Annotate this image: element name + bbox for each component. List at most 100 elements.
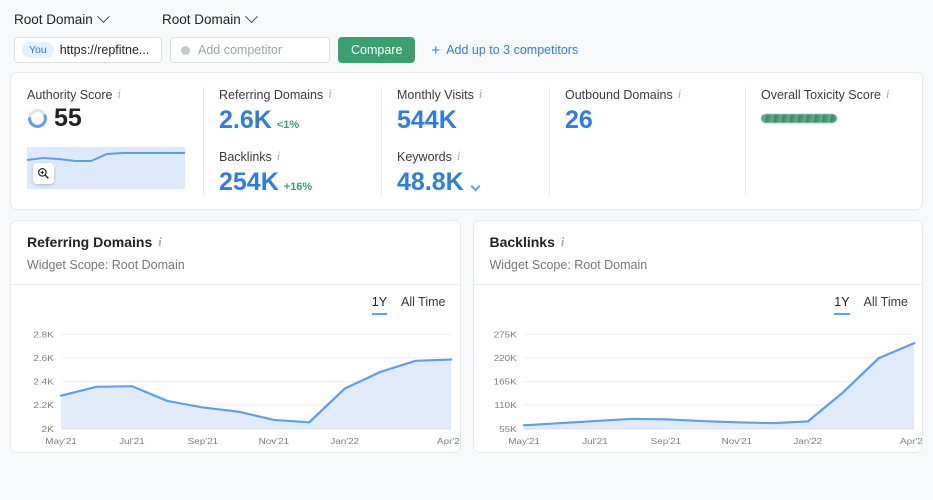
outbound-domains-value: 26 [565,106,593,134]
info-icon[interactable]: i [561,235,564,250]
svg-text:165K: 165K [493,377,517,386]
backlinks-value: 254K [219,168,279,196]
zoom-in-icon[interactable] [33,163,54,184]
referring-domains-value-row[interactable]: 2.6K <1% [219,106,381,135]
monthly-visits-label: Monthly Visits [397,87,474,102]
chart-body: 1Y All Time 55K 110K 165K 220K 275K May'21 Jul… [474,285,922,452]
scope-select-left-label: Root Domain [14,11,93,27]
backlinks-chart-title: Backlinks [489,234,555,250]
range-tab-1y[interactable]: 1Y [834,295,850,315]
referring-domains-value: 2.6K [219,106,272,134]
referring-domains-delta: <1% [276,119,300,131]
add-competitors-label: Add up to 3 competitors [446,43,579,57]
svg-text:Apr'22: Apr'22 [437,437,460,446]
svg-text:110K: 110K [494,401,517,410]
gauge-donut-icon [28,109,47,128]
topbar: Root Domain Root Domain You https://repf… [0,0,933,63]
svg-text:Jul'21: Jul'21 [119,437,145,446]
competitor-placeholder: Add competitor [198,43,283,57]
kpi-label: Monthly Visits i [397,87,549,102]
backlinks-widget-scope: Widget Scope: Root Domain [489,258,648,272]
backlinks-value-row[interactable]: 254K +16% [219,168,381,197]
range-tab-1y[interactable]: 1Y [371,295,388,315]
magnifier-plus-icon [38,168,49,179]
svg-text:2.4K: 2.4K [33,377,54,386]
info-icon[interactable]: i [328,87,331,102]
keywords-value-row[interactable]: 48.8K [397,168,549,197]
svg-text:2.6K: 2.6K [33,354,54,363]
range-tab-all-time[interactable]: All Time [864,295,908,315]
referring-domains-chart-card: Referring Domains i Widget Scope: Root D… [10,220,461,453]
svg-text:55K: 55K [499,425,518,434]
kpi-label: Referring Domains i [219,87,381,102]
range-tab-all-time[interactable]: All Time [401,295,445,315]
kpi-label: Outbound Domains i [565,87,745,102]
svg-text:Nov'21: Nov'21 [259,437,290,446]
chart-body: 1Y All Time 2K 2.2K 2.4K 2.6K 2.8K May'21 Jul'… [11,285,460,452]
svg-text:2.2K: 2.2K [33,401,54,410]
kpi-label: Authority Score i [27,87,203,102]
charts-row: Referring Domains i Widget Scope: Root D… [10,220,923,453]
scope-select-left[interactable]: Root Domain [10,9,162,27]
chevron-down-icon [244,9,258,23]
backlinks-label: Backlinks [219,149,272,164]
add-competitors-link[interactable]: + Add up to 3 competitors [431,43,578,58]
svg-text:Jan'22: Jan'22 [793,437,822,446]
compare-button[interactable]: Compare [338,37,416,63]
authority-score-value: 55 [54,104,82,132]
authority-score-value-row: 55 [27,104,203,133]
competitor-input[interactable]: Add competitor [170,37,330,63]
chart-header: Backlinks i Widget Scope: Root Domain [473,221,922,285]
kpi-label: Keywords i [397,149,549,164]
svg-text:220K: 220K [493,354,517,363]
referring-domains-label: Referring Domains [219,87,324,102]
info-icon[interactable]: i [117,87,120,102]
keywords-label: Keywords [397,149,452,164]
svg-text:Sep'21: Sep'21 [650,437,681,446]
info-icon[interactable]: i [678,87,681,102]
referring-domains-widget-scope: Widget Scope: Root Domain [27,258,185,272]
range-tabs: 1Y All Time [834,295,908,315]
kpi-toxicity-score: Overall Toxicity Score i [745,73,922,209]
your-domain-field[interactable]: You https://repfitne... [14,37,162,63]
authority-score-sparkline [27,147,185,189]
info-icon[interactable]: i [479,87,482,102]
svg-text:Nov'21: Nov'21 [721,437,752,446]
svg-text:275K: 275K [493,330,517,339]
referring-domains-chart-title: Referring Domains [27,234,153,250]
kpi-authority-score: Authority Score i 55 [11,73,203,209]
dot-icon [181,45,190,55]
authority-score-label: Authority Score [27,87,113,102]
plus-icon: + [431,41,441,59]
info-icon[interactable]: i [277,149,280,164]
info-icon[interactable]: i [886,87,889,102]
monthly-visits-value-row[interactable]: 544K [397,106,549,135]
domain-url-text: https://repfitne... [59,43,150,57]
compare-controls: You https://repfitne... Add competitor C… [10,37,923,63]
range-tabs: 1Y All Time [371,295,446,315]
chevron-down-icon[interactable] [470,181,481,192]
kpi-label: Backlinks i [219,149,381,164]
chart-title-row: Backlinks i [490,234,907,250]
kpi-visits-and-keywords: Monthly Visits i 544K Keywords i 48.8K [381,73,549,209]
svg-text:May'21: May'21 [45,437,77,446]
outbound-domains-label: Outbound Domains [565,87,673,102]
scope-select-right-label: Root Domain [162,11,241,27]
info-icon[interactable]: i [158,235,161,250]
referring-domains-plot: 2K 2.2K 2.4K 2.6K 2.8K May'21 Jul'21 Sep'21 Nov'… [11,327,460,452]
outbound-domains-value-row[interactable]: 26 [565,106,745,135]
backlinks-plot: 55K 110K 165K 220K 275K May'21 Jul'21 Sep'21 Nov… [474,327,922,452]
svg-text:May'21: May'21 [508,437,540,446]
kpi-outbound-domains: Outbound Domains i 26 [549,73,745,209]
scope-row: Root Domain Root Domain [10,6,923,32]
kpi-label: Overall Toxicity Score i [761,87,922,102]
svg-text:Apr'22: Apr'22 [899,437,922,446]
backlinks-delta: +16% [283,181,313,193]
svg-text:2.8K: 2.8K [33,330,54,339]
toxicity-score-label: Overall Toxicity Score [761,87,881,102]
info-icon[interactable]: i [457,149,460,164]
chart-title-row: Referring Domains i [27,234,444,250]
kpi-referring-and-backlinks: Referring Domains i 2.6K <1% Backlinks i… [203,73,381,209]
scope-select-right[interactable]: Root Domain [162,9,258,27]
svg-text:Sep'21: Sep'21 [188,437,219,446]
